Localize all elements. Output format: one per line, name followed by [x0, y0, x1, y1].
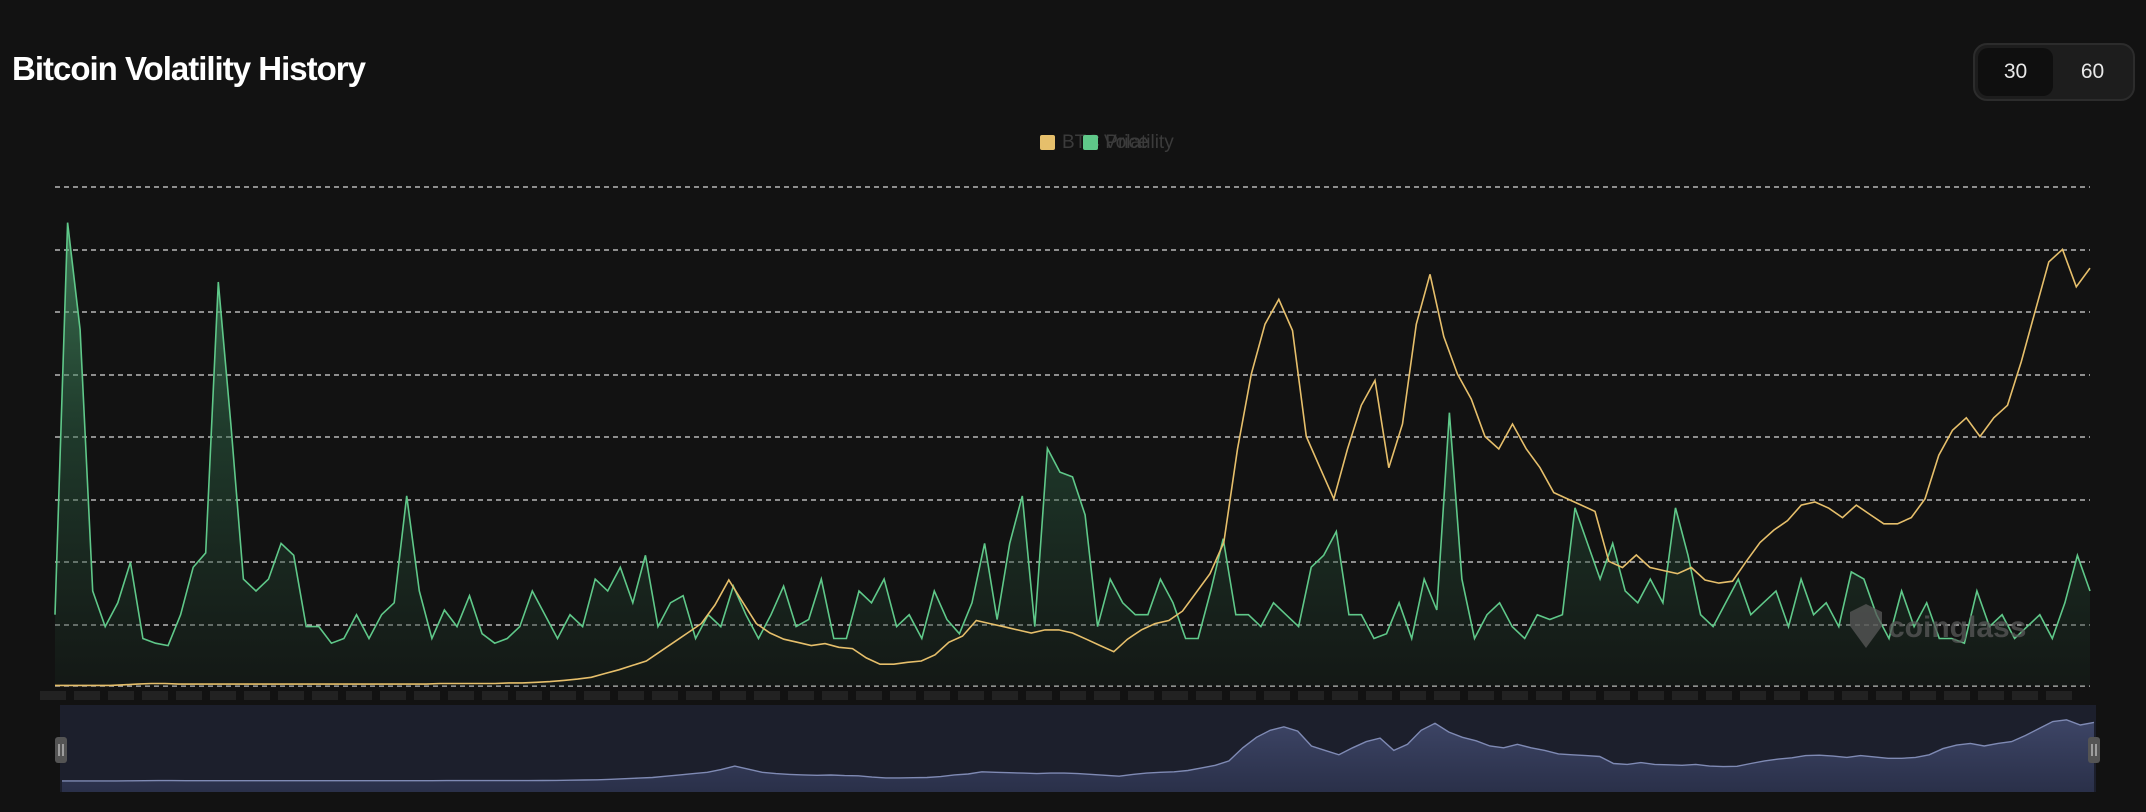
- x-tick-label: [210, 691, 236, 700]
- x-tick-label: [1196, 691, 1222, 700]
- x-tick-label: [1604, 691, 1630, 700]
- x-tick-label: [1060, 691, 1086, 700]
- x-tick-label: [1468, 691, 1494, 700]
- x-tick-label: [1332, 691, 1358, 700]
- x-tick-label: [108, 691, 134, 700]
- legend-price-swatch[interactable]: [1040, 135, 1055, 150]
- navigator-right-handle[interactable]: [2088, 737, 2100, 763]
- x-tick-label: [686, 691, 712, 700]
- x-tick-label: [924, 691, 950, 700]
- x-tick-label: [2046, 691, 2072, 700]
- watermark-text: coinglass: [1888, 611, 2026, 644]
- x-tick-label: [1434, 691, 1460, 700]
- x-tick-label: [1876, 691, 1902, 700]
- x-tick-label: [1740, 691, 1766, 700]
- navigator-left-handle[interactable]: [55, 737, 67, 763]
- x-tick-label: [482, 691, 508, 700]
- x-tick-label: [1570, 691, 1596, 700]
- x-axis-ticks: [40, 691, 2072, 700]
- x-tick-label: [2012, 691, 2038, 700]
- x-tick-label: [380, 691, 406, 700]
- x-tick-label: [1774, 691, 1800, 700]
- x-tick-label: [550, 691, 576, 700]
- x-tick-label: [312, 691, 338, 700]
- x-tick-label: [244, 691, 270, 700]
- x-tick-label: [40, 691, 66, 700]
- x-tick-label: [1128, 691, 1154, 700]
- plot-area: [54, 222, 2091, 687]
- x-tick-label: [1978, 691, 2004, 700]
- legend-volatility-swatch[interactable]: [1083, 135, 1098, 150]
- x-tick-label: [1094, 691, 1120, 700]
- x-tick-label: [1910, 691, 1936, 700]
- x-tick-label: [584, 691, 610, 700]
- chart-legend: BTC Price Volatility: [1040, 132, 1174, 153]
- x-tick-label: [176, 691, 202, 700]
- x-tick-label: [1230, 691, 1256, 700]
- x-tick-label: [652, 691, 678, 700]
- x-tick-label: [516, 691, 542, 700]
- x-tick-label: [856, 691, 882, 700]
- x-tick-label: [1264, 691, 1290, 700]
- x-tick-label: [448, 691, 474, 700]
- x-tick-label: [1298, 691, 1324, 700]
- x-tick-label: [822, 691, 848, 700]
- x-tick-label: [754, 691, 780, 700]
- x-tick-label: [1162, 691, 1188, 700]
- x-tick-label: [1502, 691, 1528, 700]
- x-tick-label: [1944, 691, 1970, 700]
- range-navigator: [55, 705, 2100, 792]
- x-tick-label: [142, 691, 168, 700]
- x-tick-label: [1706, 691, 1732, 700]
- x-tick-label: [346, 691, 372, 700]
- x-tick-label: [890, 691, 916, 700]
- x-tick-label: [992, 691, 1018, 700]
- x-tick-label: [1842, 691, 1868, 700]
- x-tick-label: [1536, 691, 1562, 700]
- legend-volatility-label[interactable]: Volatility: [1104, 132, 1174, 153]
- x-tick-label: [278, 691, 304, 700]
- x-tick-label: [1366, 691, 1392, 700]
- x-tick-label: [720, 691, 746, 700]
- x-tick-label: [74, 691, 100, 700]
- x-tick-label: [958, 691, 984, 700]
- x-tick-label: [618, 691, 644, 700]
- volatility-chart: BTC Price Volatility coinglass: [40, 132, 2100, 792]
- x-tick-label: [1400, 691, 1426, 700]
- x-tick-label: [414, 691, 440, 700]
- x-tick-label: [1026, 691, 1052, 700]
- x-tick-label: [1808, 691, 1834, 700]
- x-tick-label: [1672, 691, 1698, 700]
- x-tick-label: [1638, 691, 1664, 700]
- x-tick-label: [788, 691, 814, 700]
